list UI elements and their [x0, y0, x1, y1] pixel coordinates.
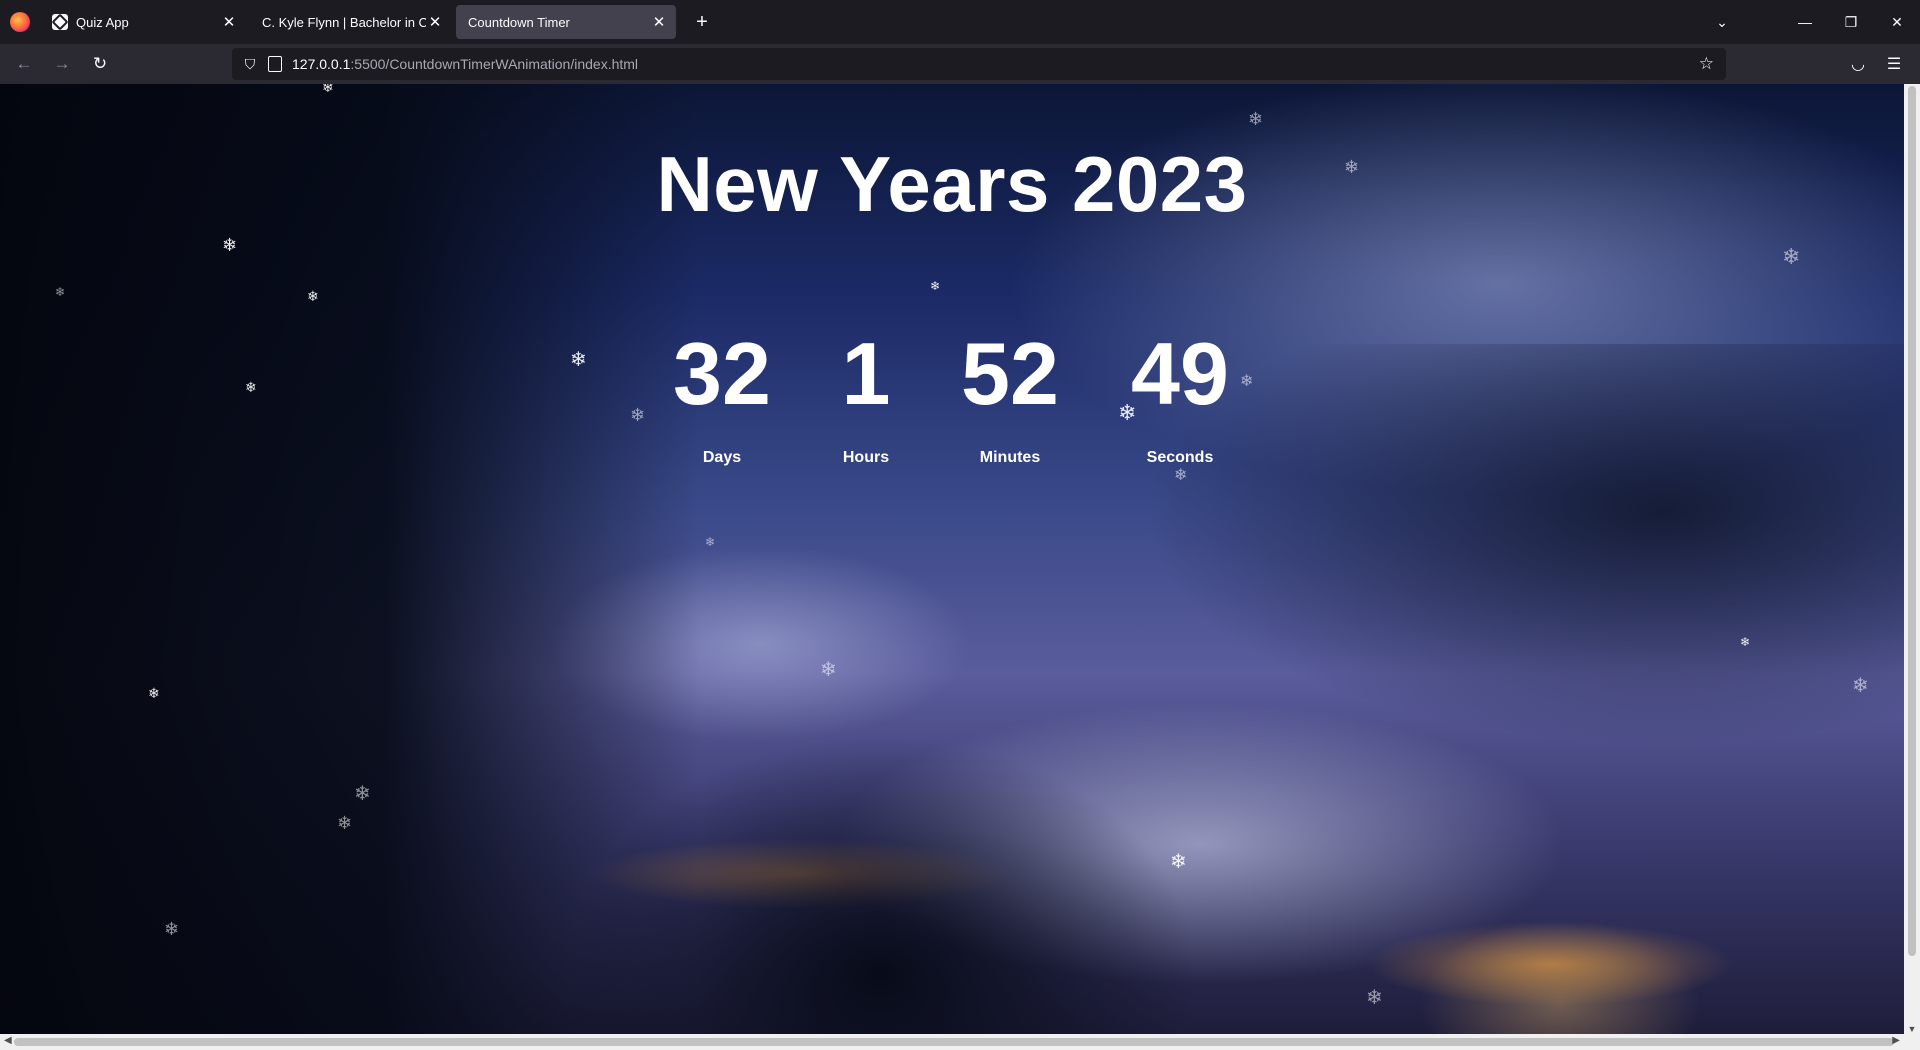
- horizontal-scrollbar[interactable]: ◀ ▶: [0, 1034, 1920, 1050]
- vertical-scrollbar[interactable]: ▲ ▼: [1904, 84, 1920, 1034]
- snowflake-icon: ❄: [930, 279, 941, 293]
- minimize-icon[interactable]: —: [1782, 14, 1828, 30]
- snowflake-icon: ❄: [245, 379, 257, 395]
- days-value: 32: [673, 324, 771, 423]
- snowflake-icon: ❄: [354, 783, 371, 805]
- scroll-down-arrow-icon[interactable]: ▼: [1904, 1024, 1920, 1034]
- snowflake-icon: ❄: [322, 84, 334, 95]
- tab-title: Quiz App: [76, 14, 129, 30]
- minutes-value: 52: [961, 324, 1059, 423]
- window-controls: ⌄ — ❐ ✕: [1702, 0, 1920, 44]
- page-title: New Years 2023: [656, 140, 1248, 228]
- snowflake-icon: ❄: [820, 659, 837, 681]
- back-arrow-icon[interactable]: ←: [8, 48, 40, 80]
- url-path: :5500/CountdownTimerWAnimation/index.htm…: [350, 56, 639, 72]
- new-tab-button[interactable]: +: [688, 11, 716, 34]
- restore-icon[interactable]: ❐: [1828, 14, 1874, 31]
- hamburger-menu-icon[interactable]: ☰: [1876, 54, 1912, 74]
- snowflake-icon: ❄: [1170, 851, 1187, 873]
- navigation-bar: ← → ↻ ⛉ 127.0.0.1:5500/CountdownTimerWAn…: [0, 44, 1920, 84]
- snowflake-icon: ❄: [1248, 109, 1264, 129]
- snowflake-icon: ❄: [1740, 635, 1751, 649]
- snowflake-icon: ❄: [337, 813, 353, 833]
- days-label: Days: [702, 449, 742, 466]
- list-all-tabs-chevron-down-icon[interactable]: ⌄: [1702, 14, 1742, 31]
- countdown-hours: 1 Hours: [786, 329, 946, 467]
- snowflake-icon: ❄: [1344, 157, 1360, 177]
- snowflake-icon: ❄: [705, 535, 716, 549]
- hours-label: Hours: [842, 449, 890, 466]
- hours-value: 1: [841, 324, 891, 423]
- scroll-right-arrow-icon[interactable]: ▶: [1892, 1035, 1900, 1046]
- quiz-app-favicon-icon: [52, 14, 68, 30]
- snowflake-icon: ❄: [222, 235, 238, 255]
- vertical-scrollbar-thumb[interactable]: [1908, 86, 1916, 956]
- tab-title: Countdown Timer: [468, 14, 570, 30]
- tab-countdown-timer[interactable]: Countdown Timer ✕: [456, 5, 676, 39]
- minutes-label: Minutes: [979, 449, 1041, 466]
- close-window-icon[interactable]: ✕: [1874, 14, 1920, 31]
- address-bar[interactable]: ⛉ 127.0.0.1:5500/CountdownTimerWAnimatio…: [232, 48, 1726, 80]
- forward-arrow-icon[interactable]: →: [46, 48, 78, 80]
- toolbar-right: ◡ ☰: [1840, 44, 1920, 84]
- close-tab-icon[interactable]: ✕: [650, 13, 668, 31]
- snowflake-icon: ❄: [148, 685, 160, 701]
- countdown-minutes: 52 Minutes: [930, 329, 1090, 467]
- snowflake-icon: ❄: [55, 285, 66, 299]
- countdown-seconds: 49 Seconds: [1100, 329, 1260, 467]
- page-viewport: New Years 2023 32 Days 1 Hours 52 Minute…: [0, 84, 1904, 1034]
- tab-title: C. Kyle Flynn | Bachelor in Compute: [262, 14, 426, 30]
- snowflake-icon: ❄: [570, 349, 587, 371]
- snowflake-icon: ❄: [307, 288, 319, 304]
- close-tab-icon[interactable]: ✕: [220, 13, 238, 31]
- seconds-label: Seconds: [1146, 449, 1214, 466]
- url-host: 127.0.0.1: [292, 56, 351, 72]
- snowflake-icon: ❄: [1174, 467, 1188, 484]
- snowflake-icon: ❄: [1852, 675, 1869, 697]
- pocket-icon[interactable]: ◡: [1840, 54, 1876, 74]
- reload-icon[interactable]: ↻: [84, 48, 116, 80]
- snowflake-icon: ❄: [630, 405, 646, 425]
- snowflake-icon: ❄: [164, 919, 180, 939]
- snowflake-icon: ❄: [1240, 373, 1254, 390]
- snowflake-icon: ❄: [1118, 400, 1137, 425]
- countdown-days: 32 Days: [642, 329, 802, 467]
- snowflake-icon: ❄: [1782, 244, 1801, 269]
- tracking-protection-shield-icon[interactable]: ⛉: [240, 56, 260, 73]
- background-tree: [560, 734, 1200, 1034]
- horizontal-scrollbar-thumb[interactable]: [14, 1038, 1894, 1046]
- scroll-left-arrow-icon[interactable]: ◀: [4, 1035, 12, 1046]
- tab-strip: Quiz App ✕ C. Kyle Flynn | Bachelor in C…: [0, 0, 1920, 44]
- tab-kyle-flynn[interactable]: C. Kyle Flynn | Bachelor in Compute ✕: [250, 5, 452, 39]
- tab-quiz-app[interactable]: Quiz App ✕: [44, 5, 246, 39]
- page-info-icon[interactable]: [268, 56, 282, 72]
- close-tab-icon[interactable]: ✕: [426, 13, 444, 31]
- firefox-menu-icon[interactable]: [10, 12, 30, 32]
- bookmark-star-icon[interactable]: ☆: [1699, 54, 1714, 74]
- snowflake-icon: ❄: [1366, 987, 1383, 1009]
